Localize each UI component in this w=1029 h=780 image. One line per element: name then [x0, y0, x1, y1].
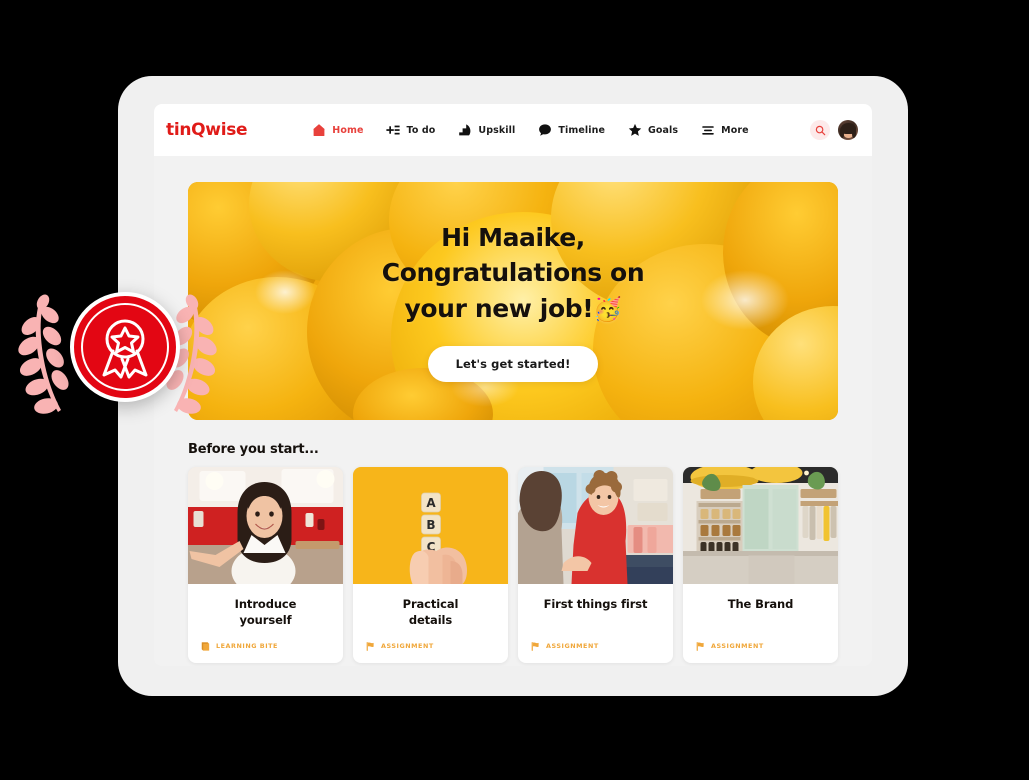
- card-body: The Brand: [683, 584, 838, 629]
- nav-label: Upskill: [478, 124, 516, 136]
- award-badge: [70, 292, 180, 402]
- nav-label: Timeline: [558, 124, 605, 136]
- card-title-line-1: Introduce: [234, 597, 297, 611]
- card-tag: ASSIGNMENT: [518, 641, 673, 663]
- card-body: Introduce yourself: [188, 584, 343, 629]
- card-body: Practical details: [353, 584, 508, 629]
- more-icon: [700, 123, 715, 138]
- card-title: Practical details: [365, 597, 496, 629]
- hero-title-line-2: Congratulations on: [381, 258, 645, 288]
- selfie-woman-image: [188, 467, 343, 584]
- card-thumbnail: [683, 467, 838, 584]
- top-navigation-bar: tinQwise Home To do Upskill Timeline Goa…: [154, 104, 872, 156]
- nav-menu: Home To do Upskill Timeline Goals More: [311, 123, 749, 138]
- store-interior-image: [683, 467, 838, 584]
- hero-title-line-1: Hi Maaike,: [441, 222, 585, 252]
- card-introduce-yourself[interactable]: Introduce yourself LEARNING BITE: [188, 467, 343, 663]
- nav-item-upskill[interactable]: Upskill: [457, 123, 515, 138]
- nav-item-todo[interactable]: To do: [386, 123, 436, 138]
- card-body: First things first: [518, 584, 673, 629]
- svg-text:A: A: [426, 496, 436, 510]
- card-title-line-1: First things first: [543, 597, 648, 611]
- card-title-line-2: yourself: [239, 612, 292, 627]
- card-tag-label: ASSIGNMENT: [711, 642, 764, 651]
- two-colleagues-image: [518, 467, 673, 584]
- card-tag: ASSIGNMENT: [683, 641, 838, 663]
- nav-label: Goals: [648, 124, 679, 136]
- learning-bite-icon: [200, 641, 211, 652]
- card-thumbnail: [518, 467, 673, 584]
- nav-right-actions: [810, 120, 858, 140]
- flag-icon: [530, 641, 541, 652]
- hero-title: Hi Maaike, Congratulations on your new j…: [381, 220, 645, 327]
- card-first-things-first[interactable]: First things first ASSIGNMENT: [518, 467, 673, 663]
- card-title-line-1: The Brand: [727, 597, 794, 611]
- card-thumbnail: [188, 467, 343, 584]
- search-button[interactable]: [810, 120, 830, 140]
- hero-banner: Hi Maaike, Congratulations on your new j…: [188, 182, 838, 420]
- search-icon: [815, 125, 825, 135]
- section-heading: Before you start...: [188, 442, 319, 457]
- hero-content: Hi Maaike, Congratulations on your new j…: [188, 182, 838, 420]
- laurel-branch-icon: [18, 294, 69, 414]
- todo-icon: [386, 123, 401, 138]
- flag-icon: [365, 641, 376, 652]
- nav-item-timeline[interactable]: Timeline: [537, 123, 605, 138]
- get-started-button[interactable]: Let's get started!: [427, 346, 599, 383]
- tablet-device-frame: tinQwise Home To do Upskill Timeline Goa…: [118, 76, 908, 696]
- page-content: Hi Maaike, Congratulations on your new j…: [154, 156, 872, 666]
- avatar-hair-right: [852, 127, 857, 138]
- upskill-icon: [457, 123, 472, 138]
- card-title: Introduce yourself: [200, 597, 331, 629]
- card-title-line-1: Practical: [402, 597, 459, 611]
- screenshot-stage: tinQwise Home To do Upskill Timeline Goa…: [0, 0, 1029, 780]
- nav-label: To do: [406, 124, 436, 136]
- course-card-row: Introduce yourself LEARNING BITE A B C P…: [188, 467, 838, 663]
- abc-blocks-image: A B C: [353, 467, 508, 584]
- avatar-hair-left: [840, 127, 844, 138]
- nav-label: More: [721, 124, 749, 136]
- award-ribbon-icon: [102, 319, 148, 379]
- nav-item-goals[interactable]: Goals: [627, 123, 678, 138]
- card-tag-label: ASSIGNMENT: [381, 642, 434, 651]
- timeline-icon: [537, 123, 552, 138]
- card-tag-label: LEARNING BITE: [216, 642, 278, 651]
- card-the-brand[interactable]: The Brand ASSIGNMENT: [683, 467, 838, 663]
- avatar[interactable]: [838, 120, 858, 140]
- card-title-line-2: details: [408, 612, 453, 627]
- brand-logo[interactable]: tinQwise: [166, 120, 248, 140]
- card-tag: LEARNING BITE: [188, 641, 343, 663]
- goals-icon: [627, 123, 642, 138]
- card-title: First things first: [530, 597, 661, 613]
- flag-icon: [695, 641, 706, 652]
- card-tag-label: ASSIGNMENT: [546, 642, 599, 651]
- card-title: The Brand: [695, 597, 826, 613]
- award-ornament: [8, 282, 223, 427]
- card-thumbnail: A B C: [353, 467, 508, 584]
- tablet-screen: tinQwise Home To do Upskill Timeline Goa…: [154, 104, 872, 666]
- nav-item-home[interactable]: Home: [311, 123, 363, 138]
- card-practical-details[interactable]: A B C Practical details ASSIGNMENT: [353, 467, 508, 663]
- nav-label: Home: [332, 124, 364, 136]
- hero-title-line-3-text: your new job!: [404, 293, 594, 323]
- hero-title-line-3: your new job!🥳: [382, 291, 644, 327]
- party-face-emoji: 🥳: [593, 296, 622, 323]
- svg-text:B: B: [426, 518, 435, 532]
- card-tag: ASSIGNMENT: [353, 641, 508, 663]
- nav-item-more[interactable]: More: [700, 123, 749, 138]
- home-icon: [311, 123, 326, 138]
